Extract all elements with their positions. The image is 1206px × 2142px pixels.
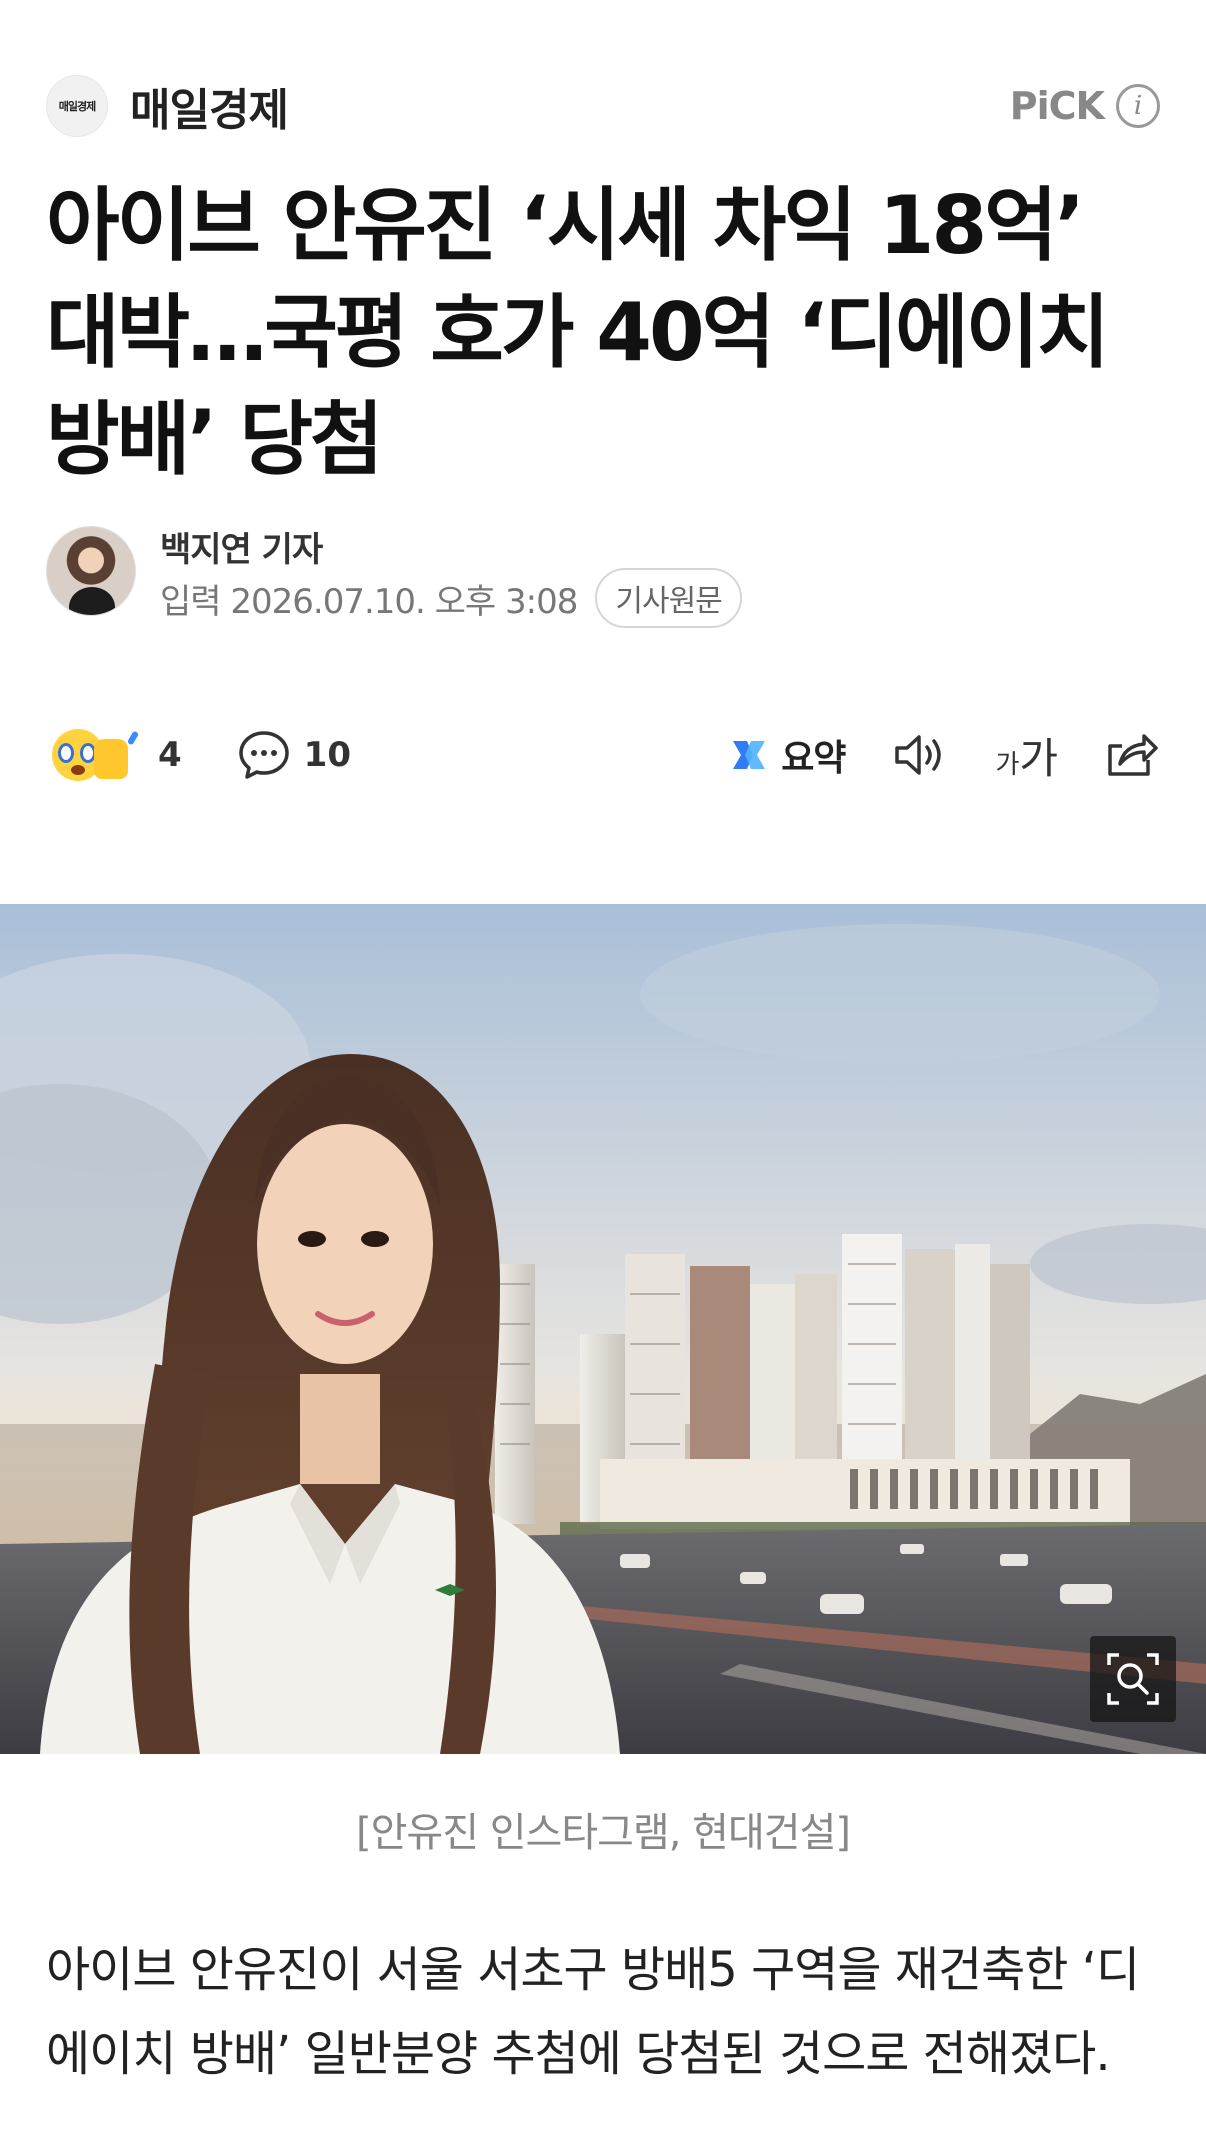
photo-caption: [안유진 인스타그램, 현대건설]: [356, 1810, 851, 1856]
comment-count[interactable]: 10: [304, 735, 351, 775]
article-headline: 아이브 안유진 ‘시세 차익 18억’ 대박…국평 호가 40억 ‘디에이치 방…: [46, 179, 1110, 486]
pick-badge[interactable]: PiCK i: [1010, 84, 1160, 128]
summary-icon: [733, 741, 766, 769]
article-toolbar: 4 10 요약 가 가: [46, 718, 1160, 792]
speaker-icon[interactable]: [891, 731, 949, 779]
photo-illustration: [0, 904, 1206, 1754]
emoji-spark: [126, 730, 140, 746]
reporter-avatar[interactable]: [46, 526, 136, 616]
reaction-count[interactable]: 4: [158, 735, 182, 775]
press-name[interactable]: 매일경제: [130, 74, 289, 138]
reaction-emoji-icon[interactable]: [46, 723, 146, 787]
avatar-body: [69, 587, 115, 615]
emoji-mouth: [71, 765, 85, 775]
pick-label: PiCK: [1009, 84, 1105, 128]
photo-zoom-button[interactable]: [1090, 1636, 1176, 1722]
info-icon[interactable]: i: [1116, 84, 1160, 128]
zoom-icon: [1107, 1653, 1159, 1705]
byline: 백지연 기자 입력 2026.07.10. 오후 3:08 기사원문: [46, 522, 1160, 642]
comment-icon[interactable]: [236, 727, 292, 783]
reporter-name[interactable]: 백지연 기자: [160, 522, 323, 571]
press-logo[interactable]: 매일경제: [46, 75, 108, 137]
right-tools: 요약 가 가: [729, 725, 1160, 786]
emoji-eye-left: [58, 743, 74, 763]
article-body: 아이브 안유진이 서울 서초구 방배5 구역을 재건축한 ‘디에이치 방배’ 일…: [46, 1942, 1140, 2082]
meta-line: 입력 2026.07.10. 오후 3:08 기사원문: [160, 568, 742, 628]
press-header: 매일경제 매일경제 PiCK i: [46, 74, 1160, 138]
original-article-button[interactable]: 기사원문: [595, 568, 742, 628]
published-date: 입력 2026.07.10. 오후 3:08: [160, 581, 578, 622]
article-photo[interactable]: [0, 904, 1206, 1754]
font-size-big: 가: [1019, 733, 1058, 783]
press-logo-text: 매일경제: [58, 100, 96, 113]
font-size-small: 가: [995, 749, 1020, 780]
summary-label: 요약: [781, 738, 846, 779]
summary-button[interactable]: 요약: [729, 729, 846, 781]
font-size-icon[interactable]: 가 가: [995, 725, 1058, 786]
emoji-thumb: [94, 739, 128, 779]
share-icon[interactable]: [1104, 730, 1160, 780]
